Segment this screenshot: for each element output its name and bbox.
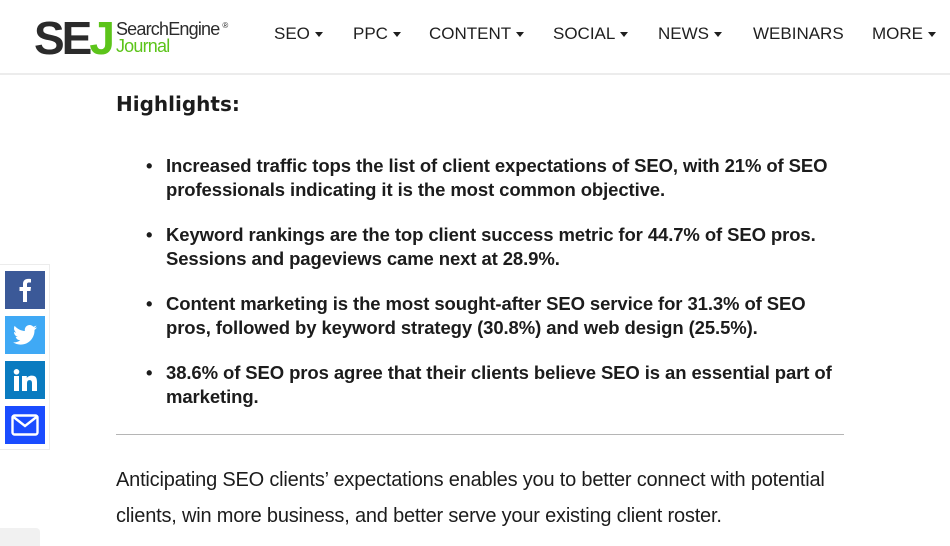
twitter-icon: [13, 325, 37, 345]
logo-line1: SearchEngine ®: [115, 19, 228, 39]
highlights-heading: Highlights:: [116, 92, 240, 116]
caret-down-icon: [928, 31, 936, 37]
nav-label: CONTENT: [429, 24, 512, 43]
highlight-item: 38.6% of SEO pros agree that their clien…: [146, 361, 846, 409]
registered-mark: ®: [222, 21, 228, 30]
nav-label: SOCIAL: [553, 24, 616, 43]
nav-label: SEO: [274, 24, 310, 43]
logo-mark-se: SE: [34, 12, 92, 64]
share-email-button[interactable]: [5, 406, 45, 444]
highlight-item: Increased traffic tops the list of clien…: [146, 154, 846, 202]
caret-down-icon: [620, 31, 629, 37]
nav-item-seo[interactable]: SEO: [274, 24, 323, 44]
floating-widget-tab[interactable]: [0, 528, 40, 546]
nav-item-social[interactable]: SOCIAL: [553, 24, 629, 44]
social-share-bar: [0, 264, 50, 450]
highlights-list: Increased traffic tops the list of clien…: [146, 154, 846, 430]
nav-label: WEBINARS: [753, 24, 844, 43]
caret-down-icon: [392, 31, 401, 37]
nav-label: NEWS: [658, 24, 709, 43]
linkedin-icon: [13, 369, 37, 391]
logo-wordmark: SearchEngine ® Journal: [115, 19, 228, 56]
highlight-item: Keyword rankings are the top client succ…: [146, 223, 846, 271]
nav-item-more[interactable]: MORE: [872, 24, 936, 44]
article-paragraph: Anticipating SEO clients’ expectations e…: [116, 469, 825, 527]
logo-line2: Journal: [115, 36, 170, 56]
section-divider: [116, 434, 844, 435]
share-facebook-button[interactable]: [5, 271, 45, 309]
logo-mark: SEJ: [34, 15, 115, 61]
top-navigation-bar: SEJ SearchEngine ® Journal SEO PPC CONTEN…: [0, 0, 950, 75]
nav-item-ppc[interactable]: PPC: [353, 24, 401, 44]
share-twitter-button[interactable]: [5, 316, 45, 354]
envelope-icon: [11, 414, 39, 436]
nav-item-webinars[interactable]: WEBINARS: [753, 24, 844, 44]
highlight-item: Content marketing is the most sought-aft…: [146, 292, 846, 340]
caret-down-icon: [516, 31, 525, 37]
caret-down-icon: [714, 31, 722, 37]
nav-item-content[interactable]: CONTENT: [429, 24, 525, 44]
caret-down-icon: [314, 31, 323, 37]
facebook-icon: [19, 278, 31, 302]
logo-line1-text: SearchEngine: [115, 19, 220, 39]
nav-label: PPC: [353, 24, 388, 43]
sej-logo[interactable]: SEJ SearchEngine ® Journal: [34, 15, 228, 61]
nav-item-news[interactable]: NEWS: [658, 24, 722, 44]
logo-mark-j: J: [89, 12, 115, 64]
share-linkedin-button[interactable]: [5, 361, 45, 399]
nav-label: MORE: [872, 24, 923, 43]
